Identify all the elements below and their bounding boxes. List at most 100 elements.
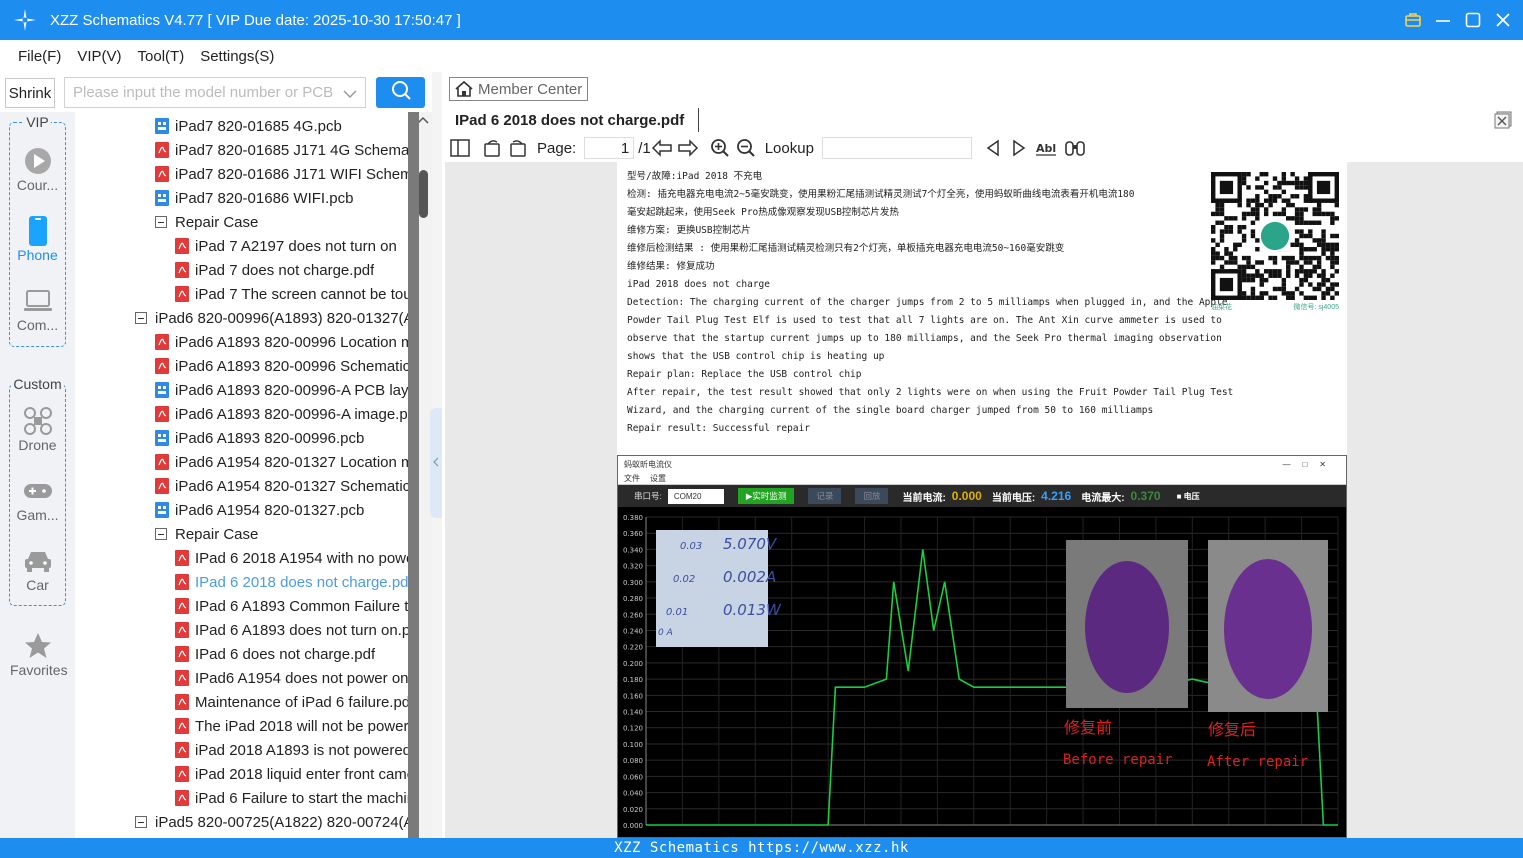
close-button[interactable] — [1493, 10, 1513, 30]
qr-module — [1259, 172, 1264, 177]
tree-item[interactable]: IPad 6 A1893 does not turn on.pdf — [175, 618, 408, 642]
next-page-icon[interactable] — [677, 137, 699, 159]
vip-bag-icon[interactable] — [1403, 10, 1423, 30]
qr-module — [1325, 286, 1331, 292]
tree-item[interactable]: IPad 6 2018 does not charge.pdf — [175, 570, 408, 594]
tree-item[interactable]: The iPad 2018 will not be powered — [175, 714, 408, 738]
search-input[interactable]: Please input the model number or PCB — [64, 77, 366, 108]
tree-item[interactable]: iPad6 A1954 820-01327 Location map — [155, 450, 408, 474]
voltage-value: 4.216 — [1041, 489, 1072, 503]
qr-module — [1237, 202, 1242, 208]
tree-folder[interactable]: iPad5 820-00725(A1822) 820-00724(A1823) — [135, 810, 408, 834]
find-prev-icon[interactable] — [982, 137, 1004, 159]
lookup-input[interactable] — [821, 137, 972, 159]
shrink-button[interactable]: Shrink — [5, 78, 55, 108]
pdf-file-icon — [175, 694, 189, 710]
tree-item[interactable]: iPad6 A1893 820-00996-A PCB layer — [155, 378, 408, 402]
chart-area: 0.380 0.360 0.340 0.320 0.300 0.280 0.260 0.240… — [618, 507, 1346, 837]
rail-item-drone[interactable]: Drone — [10, 405, 65, 453]
tree-scroll-thumb[interactable] — [419, 170, 428, 218]
menu-file[interactable]: File(F) — [18, 48, 61, 65]
tree-scroll-track[interactable] — [408, 112, 419, 838]
prev-page-icon[interactable] — [651, 137, 673, 159]
tree-item[interactable]: iPad 6 Failure to start the machine — [175, 786, 408, 810]
page-input[interactable]: 1 — [584, 137, 635, 159]
maximize-button[interactable] — [1463, 10, 1483, 30]
qr-module — [1277, 269, 1282, 274]
qr-module — [1233, 260, 1238, 265]
tree-item[interactable]: iPad7 820-01685 4G.pcb — [155, 114, 408, 138]
rail-item-favorites[interactable]: Favorites — [10, 630, 68, 678]
qr-module — [1255, 207, 1260, 212]
document-tab[interactable]: IPad 6 2018 does not charge.pdf — [455, 108, 700, 132]
tree-item[interactable]: iPad7 820-01686 J171 WIFI Schematic — [155, 162, 408, 186]
tree-item[interactable]: iPad6 A1893 820-00996 Location map — [155, 330, 408, 354]
chevron-down-icon[interactable] — [343, 86, 357, 103]
rail-item-phone[interactable]: Phone — [10, 215, 65, 263]
rotate-left-icon[interactable] — [481, 137, 503, 159]
tree-item-label: iPad5 820-00725(A1822) 820-00724(A1823) — [155, 813, 408, 831]
collapse-toggle-icon[interactable] — [155, 216, 167, 228]
qr-module — [1303, 180, 1309, 186]
tree-item[interactable]: IPad 6 A1893 Common Failure to — [175, 594, 408, 618]
qr-module — [1321, 291, 1326, 296]
sidebar-toggle-icon[interactable] — [449, 137, 471, 159]
rail-item-computer[interactable]: Com... — [10, 285, 65, 333]
qr-module — [1237, 242, 1242, 248]
tree-item[interactable]: iPad6 A1893 820-00996.pcb — [155, 426, 408, 450]
qr-module — [1290, 260, 1295, 265]
qr-module — [1334, 282, 1339, 287]
close-document-button[interactable] — [1493, 110, 1513, 135]
zoom-out-icon[interactable] — [735, 137, 757, 159]
tree-item[interactable]: iPad 7 The screen cannot be touched — [175, 282, 408, 306]
qr-module — [1259, 282, 1264, 287]
tree-item[interactable]: iPad6 A1893 820-00996-A image.pdf — [155, 402, 408, 426]
tree-item[interactable]: iPad7 820-01686 WIFI.pcb — [155, 186, 408, 210]
collapse-toggle-icon[interactable] — [155, 528, 167, 540]
rotate-right-icon[interactable] — [507, 137, 529, 159]
qr-module — [1250, 264, 1256, 270]
menu-settings[interactable]: Settings(S) — [200, 48, 274, 65]
match-case-icon[interactable]: Abl — [1034, 137, 1060, 159]
tree-item[interactable]: iPad 2018 A1893 is not powered on — [175, 738, 408, 762]
menu-tool[interactable]: Tool(T) — [138, 48, 185, 65]
pdf-viewer[interactable]: 型号/故障:iPad 2018 不充电 检测: 插充电器充电电流2~5毫安跳变，使… — [445, 162, 1523, 838]
tree-item[interactable]: Maintenance of iPad 6 failure.pdf — [175, 690, 408, 714]
qr-module — [1259, 291, 1264, 296]
rail-item-game[interactable]: Gam... — [10, 475, 65, 523]
rail-item-car[interactable]: Car — [10, 545, 65, 593]
tree-folder[interactable]: Repair Case — [155, 522, 408, 546]
menu-vip[interactable]: VIP(V) — [77, 48, 121, 65]
member-center-button[interactable]: Member Center — [449, 77, 588, 101]
find-next-icon[interactable] — [1008, 137, 1030, 159]
collapse-toggle-icon[interactable] — [135, 816, 147, 828]
qr-module — [1250, 229, 1256, 234]
rail-item-courses[interactable]: Cour... — [10, 145, 65, 193]
qr-module — [1290, 295, 1295, 300]
tree-item[interactable]: iPad6 A1954 820-01327.pcb — [155, 498, 408, 522]
minimize-button[interactable] — [1433, 10, 1453, 30]
tree-item[interactable]: iPad7 820-01685 J171 4G Schematic — [155, 138, 408, 162]
qr-module — [1233, 216, 1238, 221]
qr-module — [1321, 251, 1326, 256]
search-button[interactable] — [376, 77, 425, 108]
qr-module — [1321, 229, 1326, 234]
qr-module — [1316, 207, 1322, 212]
collapse-tab[interactable] — [430, 408, 442, 518]
qr-module — [1312, 295, 1317, 300]
qr-module — [1299, 291, 1304, 296]
tree-item[interactable]: iPad 2018 liquid enter front camera — [175, 762, 408, 786]
tree-folder[interactable]: Repair Case — [155, 210, 408, 234]
zoom-in-icon[interactable] — [709, 137, 731, 159]
tree-folder[interactable]: iPad6 820-00996(A1893) 820-01327(A1954) — [135, 306, 408, 330]
collapse-toggle-icon[interactable] — [135, 312, 147, 324]
tree-item[interactable]: iPad 7 A2197 does not turn on — [175, 234, 408, 258]
tree-item[interactable]: IPad 6 does not charge.pdf — [175, 642, 408, 666]
tree-item[interactable]: IPad 6 2018 A1954 with no power — [175, 546, 408, 570]
tree-item[interactable]: iPad6 A1893 820-00996 Schematic — [155, 354, 408, 378]
binoculars-icon[interactable] — [1064, 137, 1086, 159]
tree-item[interactable]: iPad6 A1954 820-01327 Schematic — [155, 474, 408, 498]
qr-module — [1299, 233, 1304, 239]
tree-item[interactable]: iPad 7 does not charge.pdf — [175, 258, 408, 282]
tree-item[interactable]: IPad6 A1954 does not power on — [175, 666, 408, 690]
